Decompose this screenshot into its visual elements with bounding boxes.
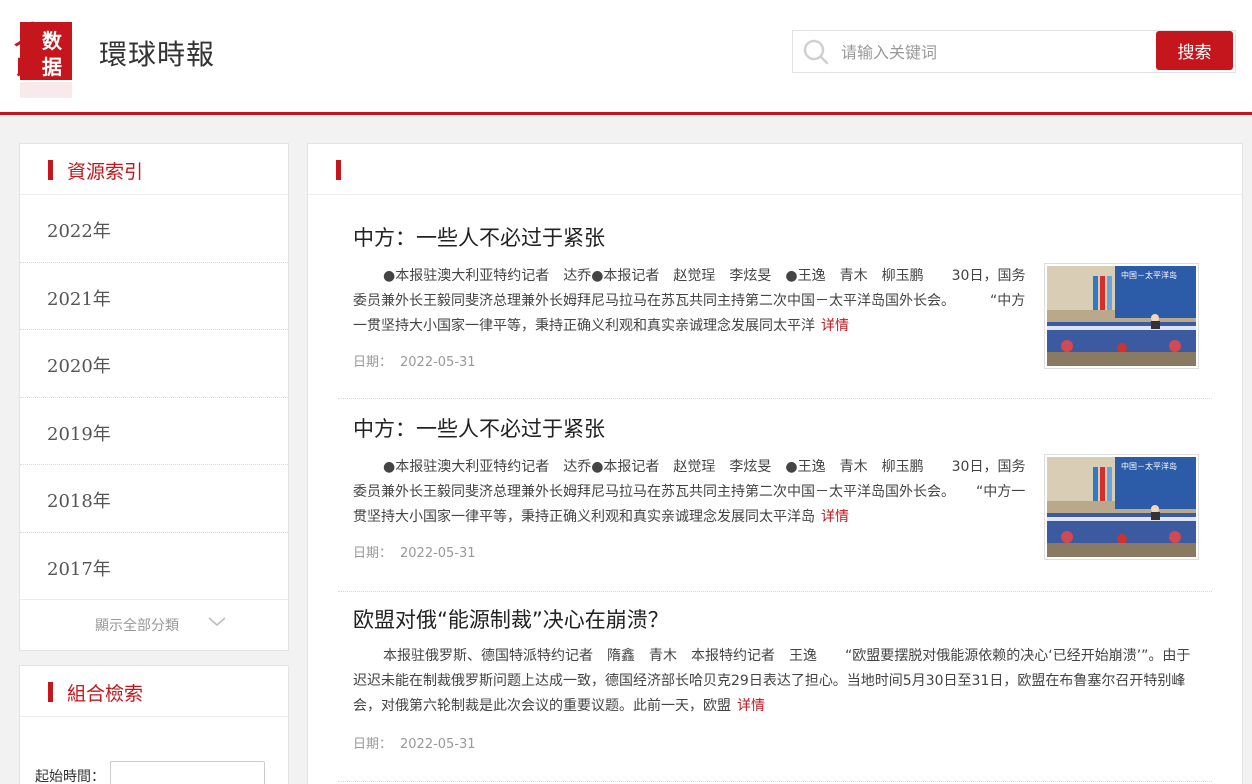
year-item-2022[interactable]: 2022年 (20, 195, 288, 263)
start-date-input[interactable] (110, 761, 265, 784)
svg-text:中国－太平洋岛: 中国－太平洋岛 (1121, 461, 1177, 471)
article-thumbnail[interactable]: 中国－太平洋岛 (1044, 263, 1199, 369)
article-item: 中方：一些人不必过于紧张 ●本报驻澳大利亚特约记者 达乔●本报记者 赵觉珵 李炫… (338, 399, 1212, 592)
article-thumbnail[interactable]: 中国－太平洋岛 (1044, 454, 1199, 560)
details-link[interactable]: 详情 (821, 318, 849, 334)
svg-text:人: 人 (14, 21, 40, 51)
resource-index-panel: 資源索引 2022年 2021年 2020年 2019年 2018年 2017年… (19, 143, 289, 651)
search-box: 搜索 (792, 30, 1236, 73)
year-list: 2022年 2021年 2020年 2019年 2018年 2017年 (20, 195, 288, 600)
article-title[interactable]: 中方：一些人不必过于紧张 (353, 222, 605, 252)
year-item-2018[interactable]: 2018年 (20, 465, 288, 533)
svg-text:数: 数 (42, 29, 63, 53)
article-title[interactable]: 中方：一些人不必过于紧张 (353, 413, 605, 443)
start-date-label: 起始時間： (35, 769, 105, 784)
search-input[interactable] (841, 37, 1141, 67)
year-item-2021[interactable]: 2021年 (20, 263, 288, 330)
svg-text:民: 民 (16, 55, 36, 79)
article-photo: 中国－太平洋岛 (1047, 457, 1196, 557)
combined-search-header: 組合檢索 (20, 666, 288, 717)
resource-index-header: 資源索引 (20, 144, 288, 195)
section-marker (336, 160, 341, 180)
article-summary: ●本报驻澳大利亚特约记者 达乔●本报记者 赵觉珵 李炫旻 ●王逸 青木 柳玉鹏 … (353, 268, 1026, 334)
search-button[interactable]: 搜索 (1156, 31, 1233, 70)
section-marker (48, 160, 53, 180)
details-link[interactable]: 详情 (737, 698, 765, 714)
section-marker (48, 682, 53, 702)
resource-index-title: 資源索引 (67, 161, 144, 183)
article-date: 日期： 2022-05-31 (353, 546, 476, 561)
search-icon (803, 39, 829, 65)
svg-text:中国－太平洋岛: 中国－太平洋岛 (1121, 270, 1177, 280)
article-list-panel: 中方：一些人不必过于紧张 ●本报驻澳大利亚特约记者 达乔●本报记者 赵觉珵 李炫… (307, 143, 1243, 784)
year-item-2020[interactable]: 2020年 (20, 330, 288, 398)
show-all-label: 顯示全部分類 (95, 618, 179, 634)
article-list-header (308, 144, 1242, 195)
article-summary: ●本报驻澳大利亚特约记者 达乔●本报记者 赵觉珵 李炫旻 ●王逸 青木 柳玉鹏 … (353, 459, 1026, 525)
year-item-2017[interactable]: 2017年 (20, 533, 288, 600)
article-item: 欧盟对俄“能源制裁”决心在崩溃？ 本报驻俄罗斯、德国特派特约记者 隋鑫 青木 本… (338, 592, 1212, 782)
site-title: 環球時報 (99, 38, 216, 71)
svg-text:据: 据 (42, 55, 62, 79)
combined-search-panel: 組合檢索 起始時間： (19, 665, 289, 784)
header: 人 民 数 据 環球時報 搜索 (0, 0, 1252, 115)
year-item-2019[interactable]: 2019年 (20, 398, 288, 465)
article-photo: 中国－太平洋岛 (1047, 266, 1196, 366)
people-data-logo[interactable]: 人 民 数 据 (10, 8, 74, 100)
article-item: 中方：一些人不必过于紧张 ●本报驻澳大利亚特约记者 达乔●本报记者 赵觉珵 李炫… (338, 206, 1212, 399)
chevron-down-icon (208, 617, 226, 626)
article-date: 日期： 2022-05-31 (353, 355, 476, 370)
article-summary: 本报驻俄罗斯、德国特派特约记者 隋鑫 青木 本报特约记者 王逸 “欧盟要摆脱对俄… (353, 648, 1191, 714)
article-date: 日期： 2022-05-31 (353, 737, 476, 752)
article-title[interactable]: 欧盟对俄“能源制裁”决心在崩溃？ (353, 604, 669, 634)
show-all-categories-button[interactable]: 顯示全部分類 (20, 600, 288, 650)
combined-search-title: 組合檢索 (67, 683, 144, 705)
details-link[interactable]: 详情 (821, 509, 849, 525)
